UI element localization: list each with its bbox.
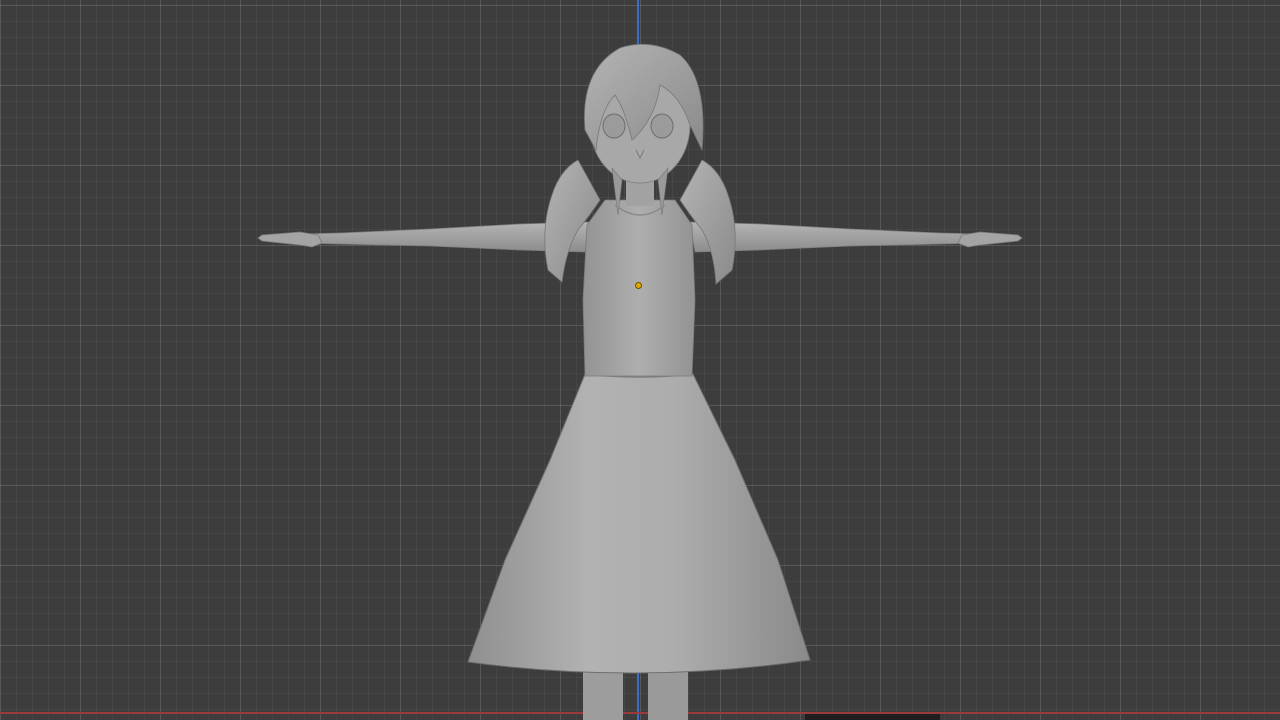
3d-viewport[interactable] [0, 0, 1280, 720]
origin-point-icon[interactable] [635, 282, 642, 289]
character-model[interactable] [0, 0, 1280, 720]
viewport-footer-strip [805, 714, 940, 720]
skirt [467, 373, 811, 674]
